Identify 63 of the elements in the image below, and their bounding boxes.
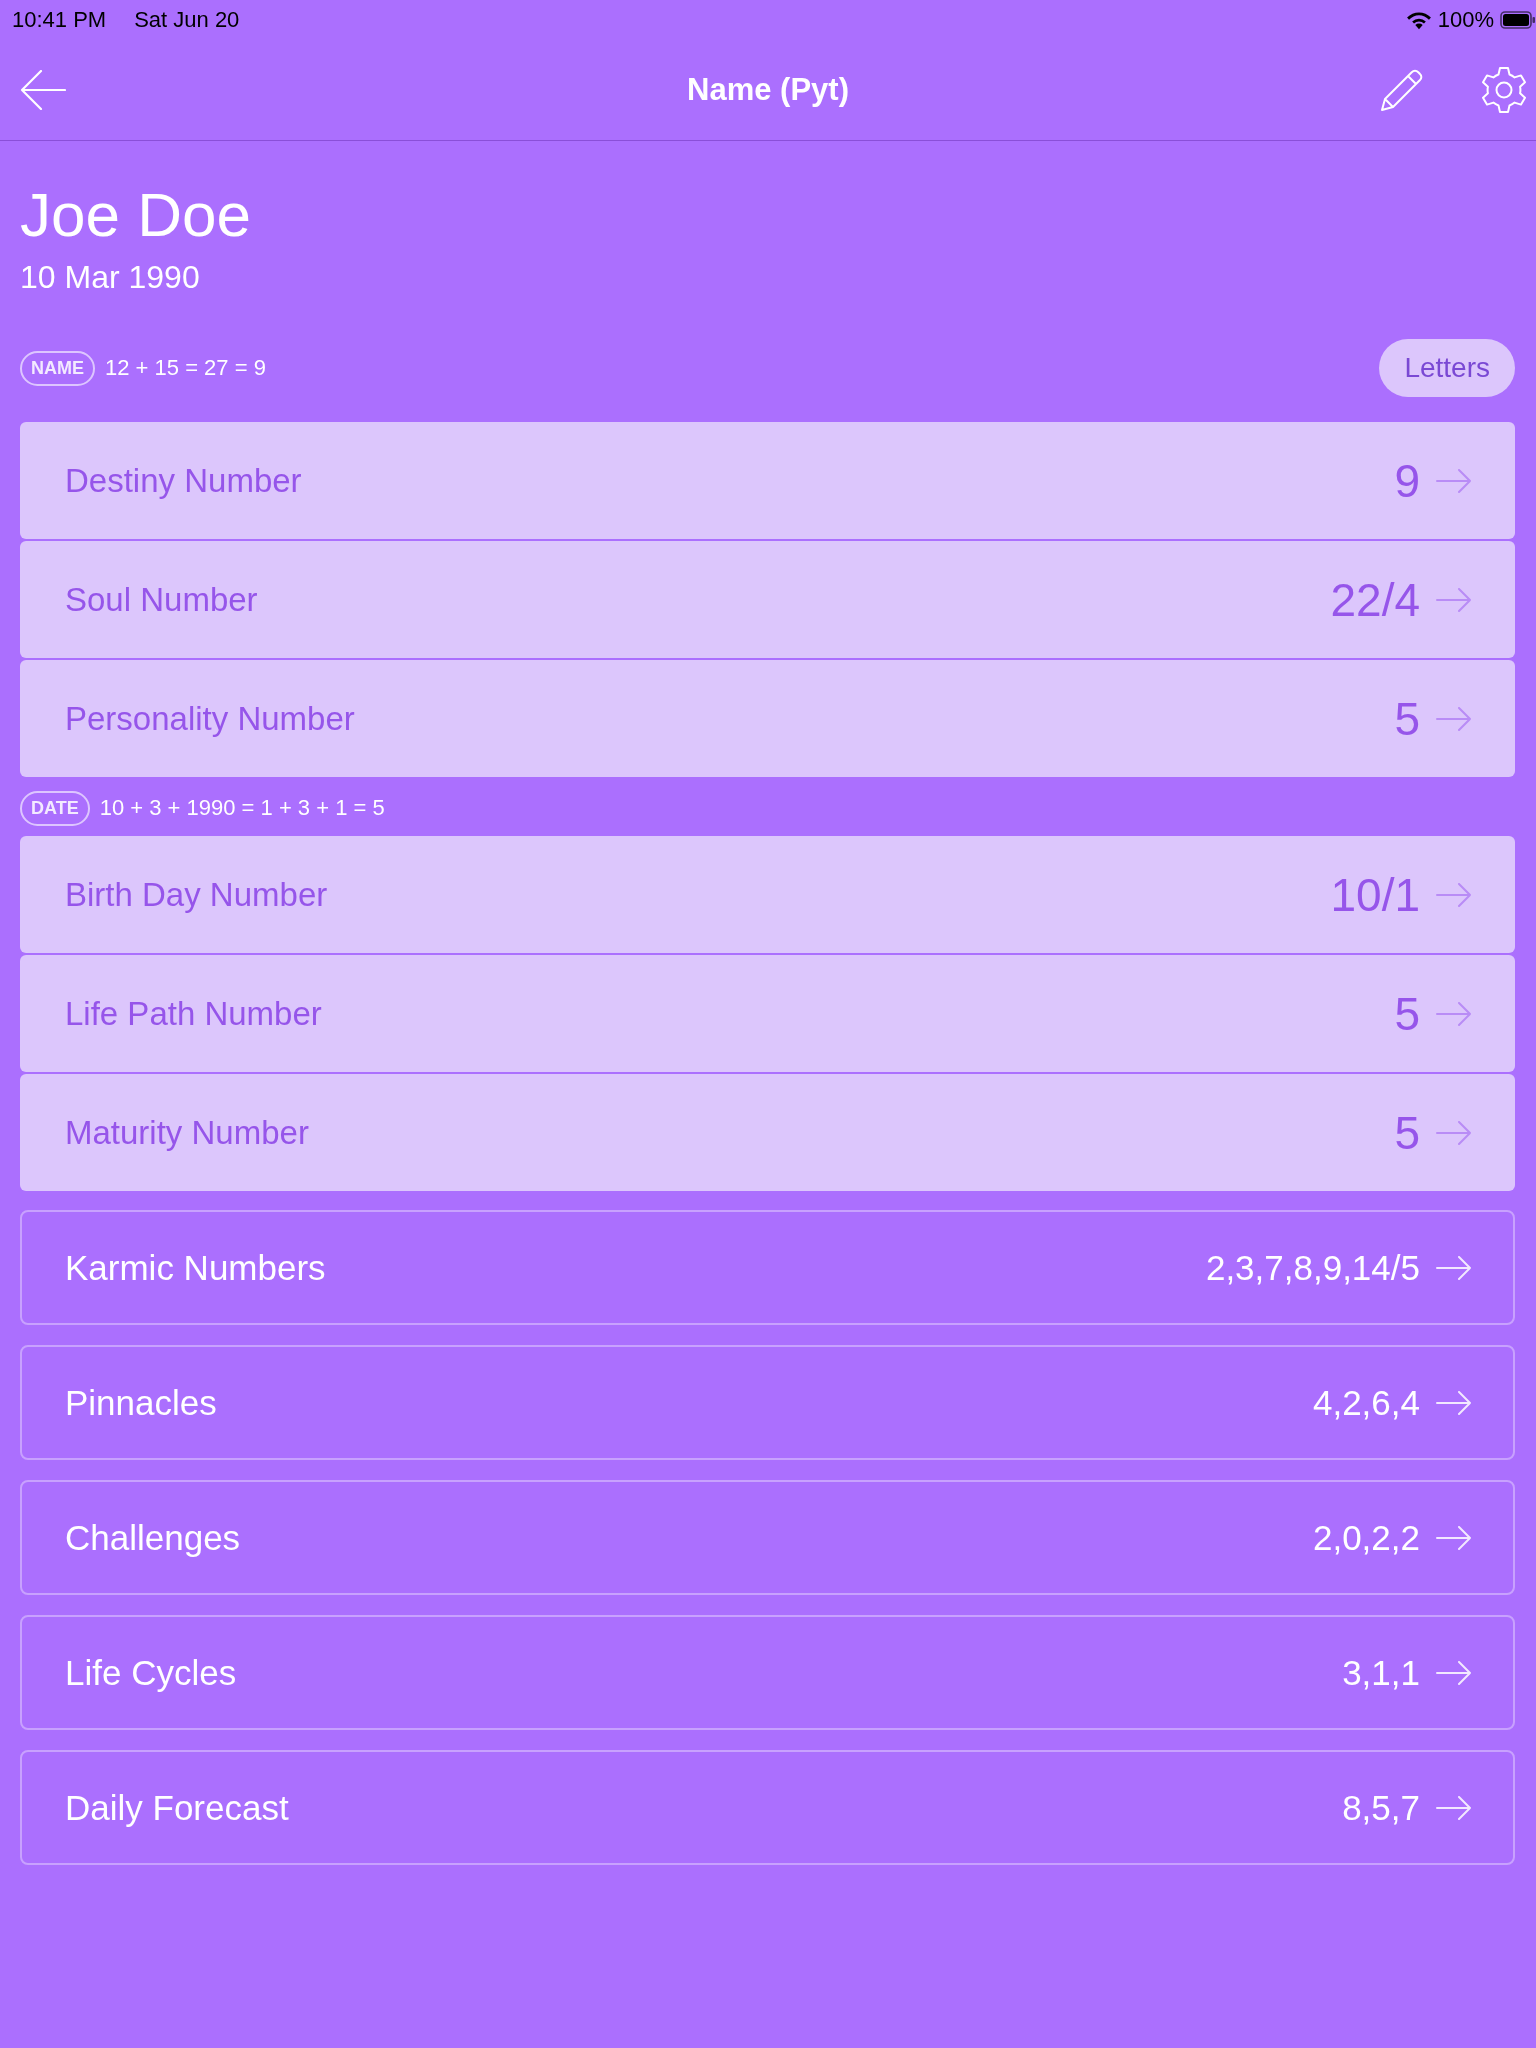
card-value: 9 — [1394, 453, 1420, 508]
arrow-right-icon — [1436, 1001, 1472, 1026]
card-label: Life Path Number — [65, 994, 322, 1033]
card-value: 5 — [1394, 986, 1420, 1041]
formula-text: 10 + 3 + 1990 = 1 + 3 + 1 = 5 — [99, 795, 385, 821]
arrow-right-icon — [1436, 1120, 1472, 1145]
detail-label: Life Cycles — [65, 1652, 237, 1693]
detail-value: 8,5,7 — [1342, 1787, 1420, 1828]
detail-row[interactable]: Challenges 2,0,2,2 — [20, 1480, 1515, 1595]
card-label: Birth Day Number — [65, 875, 328, 914]
card-value: 5 — [1394, 1105, 1420, 1160]
battery-percent: 100% — [1437, 7, 1494, 33]
detail-label: Challenges — [65, 1517, 241, 1558]
number-card[interactable]: Life Path Number 5 — [20, 955, 1515, 1072]
edit-button[interactable] — [1380, 68, 1424, 112]
arrow-right-icon — [1436, 468, 1472, 493]
pencil-icon — [1380, 68, 1424, 112]
wifi-icon — [1405, 10, 1432, 30]
detail-label: Karmic Numbers — [65, 1247, 326, 1288]
number-card[interactable]: Birth Day Number 10/1 — [20, 836, 1515, 953]
number-card[interactable]: Personality Number 5 — [20, 660, 1515, 777]
detail-value: 2,0,2,2 — [1312, 1517, 1420, 1558]
card-value: 10/1 — [1330, 867, 1420, 922]
detail-label: Pinnacles — [65, 1382, 217, 1423]
card-label: Personality Number — [65, 699, 355, 738]
detail-value: 3,1,1 — [1342, 1652, 1420, 1693]
card-value: 22/4 — [1330, 572, 1420, 627]
detail-row[interactable]: Pinnacles 4,2,6,4 — [20, 1345, 1515, 1460]
back-arrow-icon — [20, 70, 66, 110]
nav-title: Name (Pyt) — [687, 72, 849, 108]
birth-date: 10 Mar 1990 — [20, 258, 201, 297]
arrow-right-icon — [1436, 1390, 1472, 1415]
arrow-right-icon — [1436, 1660, 1472, 1685]
back-button[interactable] — [20, 70, 66, 110]
number-card[interactable]: Destiny Number 9 — [20, 422, 1515, 539]
battery-icon — [1500, 10, 1536, 30]
number-card[interactable]: Maturity Number 5 — [20, 1074, 1515, 1191]
letters-button[interactable]: Letters — [1379, 339, 1515, 397]
detail-row[interactable]: Karmic Numbers 2,3,7,8,9,14/5 — [20, 1210, 1515, 1325]
settings-icon — [1480, 66, 1528, 114]
arrow-right-icon — [1436, 882, 1472, 907]
card-label: Destiny Number — [65, 461, 302, 500]
settings-button[interactable] — [1480, 66, 1528, 114]
detail-row[interactable]: Daily Forecast 8,5,7 — [20, 1750, 1515, 1865]
card-label: Maturity Number — [65, 1113, 309, 1152]
section-badge: NAME — [20, 350, 95, 386]
number-card[interactable]: Soul Number 22/4 — [20, 541, 1515, 658]
card-value: 5 — [1394, 691, 1420, 746]
detail-label: Daily Forecast — [65, 1787, 289, 1828]
status-date: Sat Jun 20 — [134, 7, 240, 33]
person-name: Joe Doe — [20, 179, 252, 251]
arrow-right-icon — [1436, 1525, 1472, 1550]
detail-value: 2,3,7,8,9,14/5 — [1205, 1247, 1420, 1288]
status-time: 10:41 PM — [12, 7, 107, 33]
detail-value: 4,2,6,4 — [1312, 1382, 1420, 1423]
card-label: Soul Number — [65, 580, 258, 619]
detail-row[interactable]: Life Cycles 3,1,1 — [20, 1615, 1515, 1730]
arrow-right-icon — [1436, 706, 1472, 731]
arrow-right-icon — [1436, 1795, 1472, 1820]
formula-text: 12 + 15 = 27 = 9 — [105, 355, 266, 381]
arrow-right-icon — [1436, 587, 1472, 612]
arrow-right-icon — [1436, 1255, 1472, 1280]
section-badge: DATE — [20, 790, 90, 826]
